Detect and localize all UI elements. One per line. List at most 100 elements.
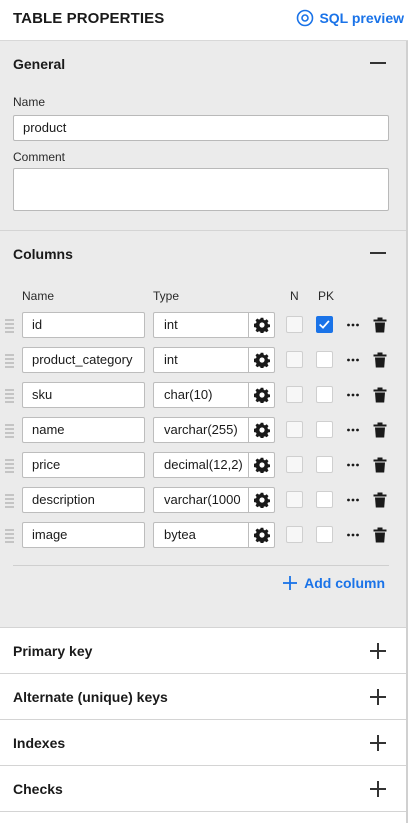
plus-icon bbox=[283, 576, 298, 590]
checks-section[interactable]: Checks bbox=[0, 766, 406, 812]
checkmark-icon bbox=[319, 320, 330, 329]
type-separator bbox=[248, 348, 249, 372]
column-name-input[interactable]: description bbox=[22, 487, 145, 513]
comment-label: Comment bbox=[13, 150, 66, 164]
drag-handle-icon[interactable] bbox=[5, 457, 14, 473]
panel-header: TABLE PROPERTIES SQL preview bbox=[0, 0, 408, 41]
column-name-input[interactable]: image bbox=[22, 522, 145, 548]
general-section-title: General bbox=[13, 56, 66, 72]
more-options-icon[interactable] bbox=[346, 529, 360, 541]
comment-textarea[interactable] bbox=[13, 168, 389, 211]
primary-key-checkbox[interactable] bbox=[316, 456, 333, 473]
drag-handle-icon[interactable] bbox=[5, 422, 14, 438]
section-title: Primary key bbox=[13, 643, 93, 659]
nullable-checkbox[interactable] bbox=[286, 351, 303, 368]
primary-key-checkbox[interactable] bbox=[316, 491, 333, 508]
column-name-input[interactable]: name bbox=[22, 417, 145, 443]
more-options-icon[interactable] bbox=[346, 319, 360, 331]
nullable-checkbox[interactable] bbox=[286, 491, 303, 508]
column-type-input[interactable]: bytea bbox=[153, 522, 275, 548]
gear-icon[interactable] bbox=[254, 352, 270, 368]
primary-key-checkbox[interactable] bbox=[316, 386, 333, 403]
drag-handle-icon[interactable] bbox=[5, 527, 14, 543]
column-name-input[interactable]: id bbox=[22, 312, 145, 338]
table-name-input[interactable]: product bbox=[13, 115, 389, 141]
trash-icon[interactable] bbox=[373, 492, 387, 508]
column-type-input[interactable]: int bbox=[153, 312, 275, 338]
columns-divider bbox=[13, 565, 389, 566]
nullable-checkbox[interactable] bbox=[286, 316, 303, 333]
primary-key-checkbox[interactable] bbox=[316, 316, 333, 333]
trash-icon[interactable] bbox=[373, 527, 387, 543]
column-name-input[interactable]: product_category bbox=[22, 347, 145, 373]
expand-button[interactable] bbox=[370, 643, 386, 659]
drag-handle-icon[interactable] bbox=[5, 317, 14, 333]
column-type-input[interactable]: varchar(1000 bbox=[153, 487, 275, 513]
type-separator bbox=[248, 488, 249, 512]
column-name-input[interactable]: sku bbox=[22, 382, 145, 408]
more-options-icon[interactable] bbox=[346, 354, 360, 366]
type-separator bbox=[248, 453, 249, 477]
primary-key-section[interactable]: Primary key bbox=[0, 628, 406, 674]
add-column-label: Add column bbox=[304, 575, 385, 591]
trash-icon[interactable] bbox=[373, 422, 387, 438]
column-type-value: decimal(12,2) bbox=[164, 457, 243, 472]
column-row: product_category int bbox=[0, 347, 406, 373]
type-separator bbox=[248, 523, 249, 547]
gear-icon[interactable] bbox=[254, 527, 270, 543]
gear-icon[interactable] bbox=[254, 387, 270, 403]
columns-collapse-button[interactable] bbox=[370, 245, 386, 261]
trash-icon[interactable] bbox=[373, 352, 387, 368]
general-section: General Name product Comment bbox=[0, 41, 406, 231]
indexes-section[interactable]: Indexes bbox=[0, 720, 406, 766]
gear-icon[interactable] bbox=[254, 457, 270, 473]
drag-handle-icon[interactable] bbox=[5, 387, 14, 403]
alternate-keys-section[interactable]: Alternate (unique) keys bbox=[0, 674, 406, 720]
column-header-nullable: N bbox=[290, 289, 299, 303]
column-type-input[interactable]: char(10) bbox=[153, 382, 275, 408]
column-type-value: int bbox=[164, 352, 178, 367]
nullable-checkbox[interactable] bbox=[286, 526, 303, 543]
primary-key-checkbox[interactable] bbox=[316, 526, 333, 543]
more-options-icon[interactable] bbox=[346, 459, 360, 471]
sql-preview-button[interactable]: SQL preview bbox=[296, 9, 404, 27]
minus-icon bbox=[370, 62, 386, 64]
columns-section-title: Columns bbox=[13, 246, 73, 262]
column-type-input[interactable]: varchar(255) bbox=[153, 417, 275, 443]
column-type-value: char(10) bbox=[164, 387, 213, 402]
general-collapse-button[interactable] bbox=[370, 55, 386, 71]
expand-button[interactable] bbox=[370, 781, 386, 797]
table-properties-panel: TABLE PROPERTIES SQL preview General Nam… bbox=[0, 0, 408, 823]
more-options-icon[interactable] bbox=[346, 389, 360, 401]
column-type-value: varchar(255) bbox=[164, 422, 238, 437]
column-row: name varchar(255) bbox=[0, 417, 406, 443]
column-name-input[interactable]: price bbox=[22, 452, 145, 478]
add-column-button[interactable]: Add column bbox=[282, 575, 385, 591]
primary-key-checkbox[interactable] bbox=[316, 421, 333, 438]
nullable-checkbox[interactable] bbox=[286, 421, 303, 438]
primary-key-checkbox[interactable] bbox=[316, 351, 333, 368]
section-title: Indexes bbox=[13, 735, 66, 751]
column-header-pk: PK bbox=[318, 289, 335, 303]
column-row: id int bbox=[0, 312, 406, 338]
drag-handle-icon[interactable] bbox=[5, 352, 14, 368]
more-options-icon[interactable] bbox=[346, 494, 360, 506]
nullable-checkbox[interactable] bbox=[286, 456, 303, 473]
gear-icon[interactable] bbox=[254, 317, 270, 333]
trash-icon[interactable] bbox=[373, 457, 387, 473]
gear-icon[interactable] bbox=[254, 492, 270, 508]
expand-button[interactable] bbox=[370, 689, 386, 705]
column-type-input[interactable]: int bbox=[153, 347, 275, 373]
more-options-icon[interactable] bbox=[346, 424, 360, 436]
column-type-value: varchar(1000 bbox=[164, 492, 241, 507]
trash-icon[interactable] bbox=[373, 387, 387, 403]
nullable-checkbox[interactable] bbox=[286, 386, 303, 403]
section-title: Checks bbox=[13, 781, 63, 797]
column-type-input[interactable]: decimal(12,2) bbox=[153, 452, 275, 478]
drag-handle-icon[interactable] bbox=[5, 492, 14, 508]
gear-icon[interactable] bbox=[254, 422, 270, 438]
expand-button[interactable] bbox=[370, 735, 386, 751]
column-row: price decimal(12,2) bbox=[0, 452, 406, 478]
trash-icon[interactable] bbox=[373, 317, 387, 333]
eye-icon bbox=[297, 9, 314, 27]
